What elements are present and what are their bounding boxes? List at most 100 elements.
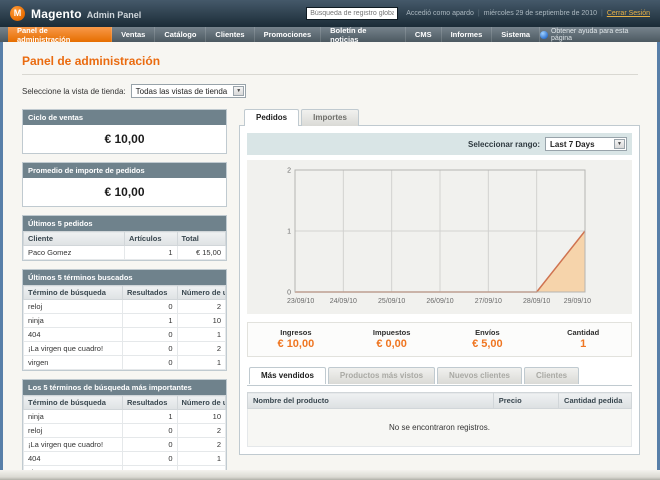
table-row[interactable]: ¡La virgen que cuadro! 0 2 xyxy=(23,341,226,356)
store-view-label: Seleccione la vista de tienda: xyxy=(22,86,126,96)
results-cell: 0 xyxy=(121,423,178,438)
lifetime-sales-title: Ciclo de ventas xyxy=(23,110,226,125)
chevron-down-icon: ▼ xyxy=(614,139,625,149)
tab-amounts[interactable]: Importes xyxy=(301,109,359,126)
tab-customers[interactable]: Clientes xyxy=(523,367,580,384)
items-cell: 1 xyxy=(124,245,178,260)
revenue-label: Ingresos xyxy=(280,328,312,337)
uses-cell: 1 xyxy=(176,355,226,370)
nav-item-reports[interactable]: Informes xyxy=(442,27,493,42)
tax-label: Impuestos xyxy=(372,328,411,337)
nav-item-sales[interactable]: Ventas xyxy=(112,27,156,42)
store-view-select[interactable]: Todas las vistas de tienda ▼ xyxy=(130,84,247,98)
tab-most-viewed[interactable]: Productos más vistos xyxy=(327,367,436,384)
column-header: Total xyxy=(176,231,227,246)
quantity-value: 1 xyxy=(580,338,587,350)
logo-text: Magento xyxy=(31,6,82,21)
logout-link[interactable]: Cerrar Sesión xyxy=(607,10,650,17)
nav-item-newsletter[interactable]: Boletín de noticias xyxy=(321,26,406,44)
nav-item-customers[interactable]: Clientes xyxy=(206,27,255,42)
svg-text:26/09/10: 26/09/10 xyxy=(426,298,453,305)
term-cell: ninja xyxy=(23,313,123,328)
uses-cell: 2 xyxy=(176,423,226,438)
revenue-value: € 10,00 xyxy=(277,338,315,350)
global-search-input[interactable] xyxy=(306,7,399,20)
lifetime-sales-value: € 10,00 xyxy=(104,132,145,146)
column-header: Resultados xyxy=(121,285,178,300)
uses-cell: 2 xyxy=(176,299,226,314)
range-label: Seleccionar rango: xyxy=(468,139,541,149)
results-cell: 0 xyxy=(121,437,178,452)
table-row[interactable]: reloj 0 2 xyxy=(23,423,226,438)
top-search-terms-title: Los 5 términos de búsqueda más important… xyxy=(23,380,226,395)
tab-bestsellers[interactable]: Más vendidos xyxy=(249,367,326,384)
logo-suffix: Admin Panel xyxy=(86,9,142,20)
column-header-product: Nombre del producto xyxy=(247,392,494,409)
table-row[interactable]: ¡La virgen que cuadro! 0 2 xyxy=(23,437,226,452)
column-header: Resultados xyxy=(121,395,178,410)
header-separator: | xyxy=(600,10,603,17)
term-cell: 404 xyxy=(23,451,123,466)
column-header-price: Precio xyxy=(492,392,560,409)
orders-chart: 0 1 2 23/09/10 24/09/10 25/09/10 26/09/10 27/09… xyxy=(247,160,632,314)
average-orders-value: € 10,00 xyxy=(104,185,145,199)
quantity-label: Cantidad xyxy=(567,328,600,337)
svg-text:24/09/10: 24/09/10 xyxy=(330,298,357,305)
results-cell: 1 xyxy=(121,313,178,328)
shipping-label: Envíos xyxy=(475,328,500,337)
customer-cell: Paco Gomez xyxy=(23,245,125,260)
results-cell: 0 xyxy=(121,299,178,314)
uses-cell: 10 xyxy=(176,409,226,424)
range-selected-value: Last 7 Days xyxy=(550,139,595,149)
table-row[interactable]: 404 0 1 xyxy=(23,451,226,466)
nav-item-promotions[interactable]: Promociones xyxy=(255,27,322,42)
range-select[interactable]: Last 7 Days ▼ xyxy=(545,137,627,151)
results-cell: 0 xyxy=(121,341,178,356)
table-row[interactable]: ninja 1 10 xyxy=(23,313,226,328)
column-header: Cliente xyxy=(23,231,125,246)
svg-text:0: 0 xyxy=(287,290,291,297)
dashboard-panel: Seleccionar rango: Last 7 Days ▼ 0 1 2 23/0… xyxy=(239,125,640,455)
term-cell: reloj xyxy=(23,423,123,438)
uses-cell: 10 xyxy=(176,313,226,328)
total-cell: € 15,00 xyxy=(176,245,227,260)
term-cell: ninja xyxy=(23,409,123,424)
table-row[interactable]: virgen 0 1 xyxy=(23,355,226,370)
svg-text:1: 1 xyxy=(287,229,291,236)
store-view-selected-value: Todas las vistas de tienda xyxy=(135,86,228,96)
term-cell: virgen xyxy=(23,355,123,370)
table-row[interactable]: Paco Gomez 1 € 15,00 xyxy=(23,245,227,260)
term-cell: reloj xyxy=(23,299,123,314)
table-row[interactable]: 404 0 1 xyxy=(23,327,226,342)
nav-item-system[interactable]: Sistema xyxy=(492,27,541,42)
totals-strip: Ingresos € 10,00 Impuestos € 0,00 Envíos… xyxy=(247,322,632,357)
page-bottom-strip xyxy=(0,470,660,480)
results-cell: 1 xyxy=(121,409,178,424)
shipping-value: € 5,00 xyxy=(472,338,503,350)
tax-value: € 0,00 xyxy=(376,338,407,350)
results-cell: 0 xyxy=(121,451,178,466)
table-row[interactable]: ninja 1 10 xyxy=(23,409,226,424)
nav-item-dashboard[interactable]: Panel de administración xyxy=(8,26,113,44)
content-area: Panel de administración Seleccione la vi… xyxy=(0,42,660,470)
orders-area-chart: 0 1 2 23/09/10 24/09/10 25/09/10 26/09/10 27/09… xyxy=(287,168,591,306)
help-link[interactable]: Obtener ayuda para esta página xyxy=(540,27,660,42)
tab-orders[interactable]: Pedidos xyxy=(244,109,300,126)
last-search-terms-title: Últimos 5 términos buscados xyxy=(23,270,226,285)
nav-item-catalog[interactable]: Catálogo xyxy=(155,27,207,42)
chevron-down-icon: ▼ xyxy=(233,86,245,96)
last-orders-widget: Últimos 5 pedidos Cliente Artículos Tota… xyxy=(22,215,227,261)
tab-new-customers[interactable]: Nuevos clientes xyxy=(437,367,522,384)
average-orders-title: Promedio de importe de pedidos xyxy=(23,163,226,178)
column-header: Término de búsqueda xyxy=(23,395,123,410)
svg-text:2: 2 xyxy=(287,168,291,175)
column-header: Número de usos xyxy=(176,395,226,410)
svg-text:28/09/10: 28/09/10 xyxy=(523,298,550,305)
results-cell: 0 xyxy=(121,355,178,370)
current-date: miércoles 29 de septiembre de 2010 xyxy=(483,10,597,17)
uses-cell: 1 xyxy=(176,327,226,342)
nav-item-cms[interactable]: CMS xyxy=(406,27,442,42)
top-header: M Magento Admin Panel Accedió como apard… xyxy=(0,0,660,27)
table-row[interactable]: reloj 0 2 xyxy=(23,299,226,314)
help-label: Obtener ayuda para esta página xyxy=(550,27,629,42)
